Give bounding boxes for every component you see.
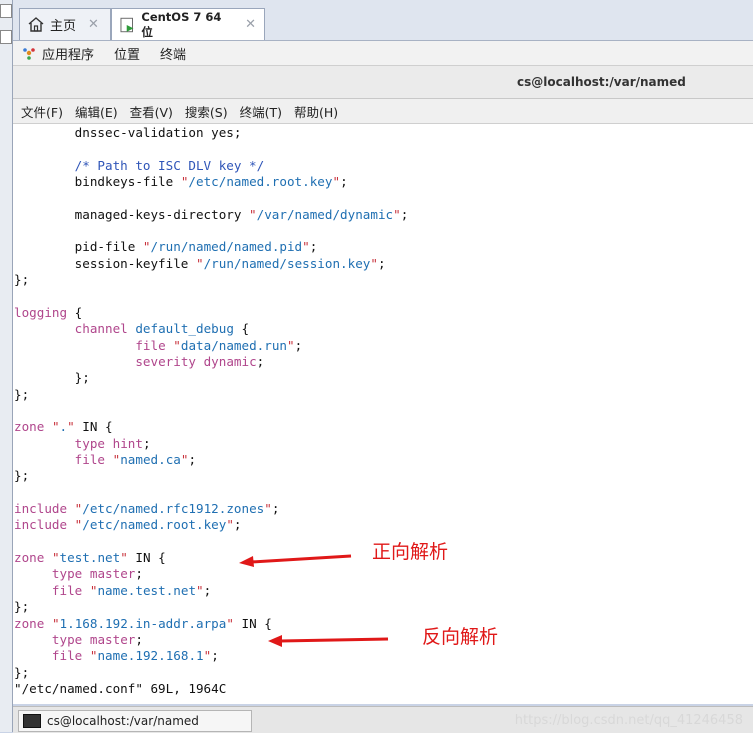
left-panel-strip — [0, 0, 13, 732]
code-line: zone "1.168.192.in-addr.arpa" IN { — [14, 615, 272, 631]
menu-file[interactable]: 文件(F) — [21, 102, 63, 121]
code-line: type master; — [51, 631, 143, 647]
tab-label: 主页 — [50, 19, 77, 34]
vim-status-line: "/etc/named.conf" 69L, 1964C — [14, 681, 227, 696]
close-icon[interactable]: ✕ — [245, 17, 256, 32]
menu-search[interactable]: 搜索(S) — [185, 102, 228, 121]
vm-icon — [120, 17, 134, 32]
menu-view[interactable]: 查看(V) — [130, 102, 173, 121]
code-line: }; — [14, 370, 90, 386]
code-line: }; — [14, 386, 30, 402]
code-line: channel default_debug { — [74, 321, 250, 337]
code-line: type master; — [51, 566, 143, 582]
menu-terminal[interactable]: 终端 — [160, 44, 186, 63]
applications-icon — [23, 48, 35, 60]
terminal-icon — [23, 714, 41, 728]
menu-places[interactable]: 位置 — [114, 44, 140, 63]
code-line: zone "." IN { — [14, 419, 113, 435]
code-line: zone "test.net" IN { — [14, 550, 166, 566]
code-line: file "named.ca"; — [74, 452, 197, 467]
code-line: /* Path to ISC DLV key */ — [14, 157, 265, 173]
code-line: include "/etc/named.rfc1912.zones"; — [14, 501, 280, 517]
panel-marker — [0, 4, 12, 18]
code-line: }; — [14, 599, 30, 615]
terminal-menubar: 文件(F) 编辑(E) 查看(V) 搜索(S) 终端(T) 帮助(H) — [13, 99, 753, 124]
window-title: cs@localhost:/var/named — [517, 75, 686, 89]
reverse-resolution-note: 反向解析 — [422, 626, 499, 648]
terminal-content[interactable]: "/etc/named.conf" 69L, 1964C 正向解析 反向解析 d… — [13, 124, 753, 704]
close-icon[interactable]: ✕ — [88, 17, 99, 32]
window-titlebar: cs@localhost:/var/named — [13, 66, 753, 99]
taskbar: cs@localhost:/var/named https://blog.csd… — [13, 706, 753, 733]
code-line: file "name.test.net"; — [51, 582, 212, 598]
code-line: }; — [14, 664, 30, 680]
taskbar-terminal-button[interactable]: cs@localhost:/var/named — [18, 710, 252, 732]
code-line: managed-keys-directory "/var/named/dynam… — [14, 206, 409, 222]
arrow-icon — [239, 554, 352, 567]
code-line: logging { — [14, 304, 83, 320]
code-line: severity dynamic; — [135, 353, 265, 369]
tab-centos[interactable]: CentOS 7 64 位 ✕ — [111, 8, 265, 40]
code-line: session-keyfile "/run/named/session.key"… — [14, 255, 386, 271]
code-line: file "name.192.168.1"; — [51, 648, 219, 664]
vm-tab-bar: 主页 ✕ CentOS 7 64 位 ✕ — [13, 0, 753, 41]
code-line: include "/etc/named.root.key"; — [14, 517, 242, 533]
code-line: pid-file "/run/named/named.pid"; — [14, 239, 318, 255]
code-line: bindkeys-file "/etc/named.root.key"; — [14, 174, 348, 190]
code-line: file "data/named.run"; — [135, 337, 303, 353]
tab-label: CentOS 7 64 位 — [141, 9, 222, 39]
menu-edit[interactable]: 编辑(E) — [75, 102, 118, 121]
forward-resolution-note: 正向解析 — [372, 541, 449, 563]
taskbar-label: cs@localhost:/var/named — [47, 714, 199, 728]
watermark: https://blog.csdn.net/qq_41246458 — [514, 713, 743, 728]
menu-applications[interactable]: 应用程序 — [42, 44, 94, 63]
arrow-icon — [268, 635, 389, 647]
tab-home[interactable]: 主页 ✕ — [19, 8, 111, 40]
gnome-top-menubar: 应用程序 位置 终端 — [13, 41, 753, 66]
code-line: }; — [14, 468, 30, 484]
code-line: type hint; — [74, 435, 151, 451]
panel-marker — [0, 30, 12, 44]
code-line: dnssec-validation yes; — [14, 125, 242, 140]
code-line: }; — [14, 272, 30, 288]
menu-help[interactable]: 帮助(H) — [294, 102, 338, 121]
menu-terminal-settings[interactable]: 终端(T) — [240, 102, 282, 121]
home-icon — [28, 17, 44, 32]
